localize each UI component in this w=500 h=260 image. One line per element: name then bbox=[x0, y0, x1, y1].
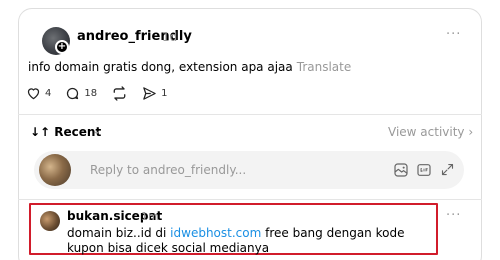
post-body: info domain gratis dong, extension apa a… bbox=[28, 60, 293, 74]
like-button[interactable]: 4 bbox=[26, 86, 51, 100]
post-more-icon[interactable]: ··· bbox=[446, 27, 461, 42]
comment-link[interactable]: idwebhost.com bbox=[170, 226, 261, 240]
comment-button[interactable]: 18 bbox=[65, 86, 97, 101]
comment-text: domain biz..id di idwebhost.com free ban… bbox=[67, 226, 437, 256]
follow-plus-icon[interactable]: + bbox=[55, 40, 69, 54]
repost-icon bbox=[113, 85, 126, 101]
share-button[interactable]: 1 bbox=[142, 86, 167, 101]
comment-timestamp: 1m bbox=[141, 210, 159, 223]
divider bbox=[18, 114, 482, 115]
gif-icon[interactable] bbox=[416, 162, 432, 178]
view-activity-link[interactable]: View activity › bbox=[388, 125, 473, 139]
post-actions: 4 18 1 bbox=[26, 84, 181, 102]
share-count: 1 bbox=[161, 87, 168, 99]
image-icon[interactable] bbox=[393, 162, 409, 178]
like-count: 4 bbox=[45, 87, 52, 99]
expand-icon[interactable] bbox=[440, 162, 455, 177]
repost-button[interactable] bbox=[111, 85, 128, 101]
comment-count: 18 bbox=[84, 87, 98, 99]
heart-icon bbox=[27, 88, 40, 100]
post-text: info domain gratis dong, extension apa a… bbox=[28, 60, 351, 74]
comment-text-before: domain biz..id di bbox=[67, 226, 171, 240]
reply-placeholder[interactable]: Reply to andreo_friendly... bbox=[90, 163, 246, 177]
chevron-down-icon[interactable]: ⌄ bbox=[92, 124, 101, 137]
post-timestamp: 1d bbox=[162, 30, 178, 44]
comment-more-icon[interactable]: ··· bbox=[446, 208, 461, 223]
share-icon bbox=[143, 86, 156, 100]
comment-author-avatar[interactable] bbox=[40, 211, 60, 231]
comment-icon bbox=[67, 87, 79, 99]
divider bbox=[18, 199, 482, 200]
translate-link[interactable]: Translate bbox=[297, 60, 352, 74]
current-user-avatar bbox=[39, 154, 71, 186]
sort-recent-button[interactable]: ↓↑ Recent bbox=[30, 125, 101, 139]
